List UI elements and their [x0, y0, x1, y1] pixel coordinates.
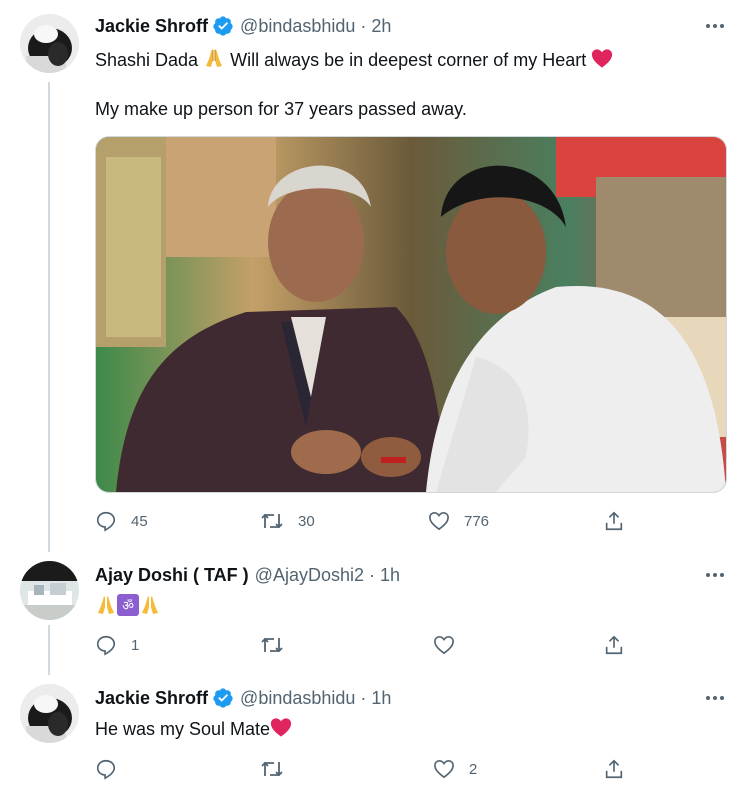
tweet-header: Jackie Shroff @bindasbhidu · 2h	[95, 14, 391, 38]
like-count: 2	[469, 760, 478, 778]
timestamp[interactable]: 1h	[371, 688, 391, 709]
svg-text:ॐ: ॐ	[122, 599, 134, 614]
folded-hands-emoji	[139, 594, 161, 622]
author-name[interactable]: Jackie Shroff	[95, 688, 208, 709]
reply-button[interactable]	[95, 758, 117, 780]
share-icon	[603, 510, 625, 532]
tweet-text-part: Shashi Dada	[95, 50, 204, 70]
tweet-text-line2: My make up person for 37 years passed aw…	[95, 99, 467, 119]
tweet-text-part: Will always be in deepest corner of my H…	[230, 50, 587, 70]
retweet-button[interactable]	[260, 634, 284, 656]
share-icon	[603, 758, 625, 780]
retweet-count: 30	[298, 512, 315, 530]
retweet-button[interactable]: 30	[260, 510, 315, 532]
author-name[interactable]: Jackie Shroff	[95, 16, 208, 37]
more-icon[interactable]	[702, 16, 728, 36]
tweet-header: Ajay Doshi ( TAF ) @AjayDoshi2 · 1h	[95, 563, 400, 587]
separator: ·	[360, 687, 367, 708]
om-emoji: ॐ	[117, 594, 139, 622]
folded-hands-emoji	[95, 594, 117, 622]
red-heart-emoji	[591, 48, 613, 75]
author-handle[interactable]: @bindasbhidu	[240, 16, 355, 37]
like-button[interactable]: 776	[428, 510, 489, 532]
tweet-actions: 45 30 776	[95, 510, 635, 532]
verified-icon	[212, 15, 234, 37]
more-icon[interactable]	[702, 688, 728, 708]
timestamp[interactable]: 2h	[371, 16, 391, 37]
separator: ·	[360, 15, 367, 36]
like-icon	[433, 759, 455, 779]
like-icon	[433, 635, 455, 655]
tweet-text-part: He was my Soul Mate	[95, 719, 271, 739]
tweet[interactable]: Jackie Shroff @bindasbhidu · 1h He was m…	[0, 670, 746, 794]
like-button[interactable]	[433, 634, 455, 656]
avatar[interactable]	[20, 14, 79, 73]
reply-button[interactable]: 1	[95, 634, 139, 656]
retweet-button[interactable]	[260, 758, 284, 780]
tweet-text: ॐ	[95, 594, 161, 622]
tweet-text: Shashi Dada Will always be in deepest co…	[95, 47, 613, 75]
retweet-icon	[260, 758, 284, 780]
more-icon[interactable]	[702, 565, 728, 585]
like-icon	[428, 511, 450, 531]
avatar[interactable]	[20, 561, 79, 620]
reply-count: 1	[131, 636, 140, 654]
tweet-actions: 2	[95, 758, 635, 780]
reply-count: 45	[131, 512, 148, 530]
tweet[interactable]: Jackie Shroff @bindasbhidu · 2h Shashi D…	[0, 0, 746, 545]
retweet-icon	[260, 510, 284, 532]
timestamp[interactable]: 1h	[380, 565, 400, 586]
retweet-icon	[260, 634, 284, 656]
verified-icon	[212, 687, 234, 709]
tweet[interactable]: Ajay Doshi ( TAF ) @AjayDoshi2 · 1h ॐ 1	[0, 545, 746, 670]
share-button[interactable]	[603, 634, 625, 656]
share-button[interactable]	[603, 510, 625, 532]
red-heart-emoji	[270, 717, 292, 744]
avatar[interactable]	[20, 684, 79, 743]
reply-icon	[95, 758, 117, 780]
tweet-actions: 1	[95, 634, 635, 656]
reply-icon	[95, 510, 117, 532]
like-count: 776	[464, 512, 490, 530]
tweet-text: He was my Soul Mate	[95, 717, 292, 744]
folded-hands-emoji	[203, 47, 225, 75]
tweet-header: Jackie Shroff @bindasbhidu · 1h	[95, 686, 391, 710]
reply-icon	[95, 634, 117, 656]
like-button[interactable]: 2	[433, 758, 477, 780]
tweet-photo[interactable]	[95, 136, 727, 493]
share-button[interactable]	[603, 758, 625, 780]
share-icon	[603, 634, 625, 656]
author-name[interactable]: Ajay Doshi ( TAF )	[95, 565, 249, 586]
separator: ·	[369, 564, 375, 585]
reply-button[interactable]: 45	[95, 510, 148, 532]
author-handle[interactable]: @bindasbhidu	[240, 688, 355, 709]
author-handle[interactable]: @AjayDoshi2	[255, 565, 364, 586]
